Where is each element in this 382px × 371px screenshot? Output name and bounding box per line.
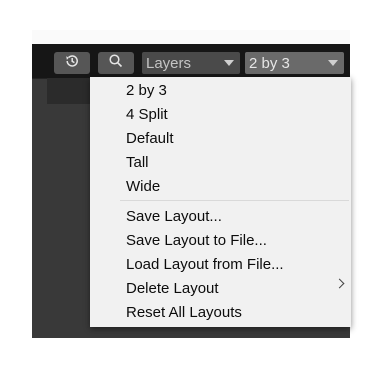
- menu-item-reset-all-layouts[interactable]: Reset All Layouts: [126, 302, 242, 324]
- search-button[interactable]: [98, 52, 134, 74]
- chevron-down-icon: [328, 60, 338, 66]
- menu-item-save-layout[interactable]: Save Layout...: [126, 206, 222, 228]
- layers-dropdown[interactable]: Layers: [142, 52, 240, 74]
- chevron-right-icon: [334, 278, 345, 289]
- menu-item-save-layout-to-file[interactable]: Save Layout to File...: [126, 230, 267, 252]
- menu-item-load-layout-from-file[interactable]: Load Layout from File...: [126, 254, 284, 276]
- panel-divider: [32, 78, 47, 79]
- history-icon: [64, 53, 80, 74]
- window-top-strip: [32, 30, 350, 44]
- menu-item-tall[interactable]: Tall: [126, 152, 149, 174]
- layers-dropdown-label: Layers: [146, 54, 192, 72]
- menu-item-delete-layout[interactable]: Delete Layout: [126, 278, 219, 300]
- layout-dropdown[interactable]: 2 by 3: [245, 52, 344, 74]
- layout-menu: 2 by 3 4 Split Default Tall Wide Save La…: [90, 77, 351, 327]
- menu-item-default[interactable]: Default: [126, 128, 174, 150]
- layout-dropdown-label: 2 by 3: [249, 54, 290, 72]
- search-icon: [108, 53, 124, 74]
- menu-item-wide[interactable]: Wide: [126, 176, 160, 198]
- menu-separator: [120, 200, 349, 201]
- menu-item-4-split[interactable]: 4 Split: [126, 104, 168, 126]
- menu-item-2-by-3[interactable]: 2 by 3: [126, 80, 167, 102]
- chevron-down-icon: [224, 60, 234, 66]
- history-button[interactable]: [54, 52, 90, 74]
